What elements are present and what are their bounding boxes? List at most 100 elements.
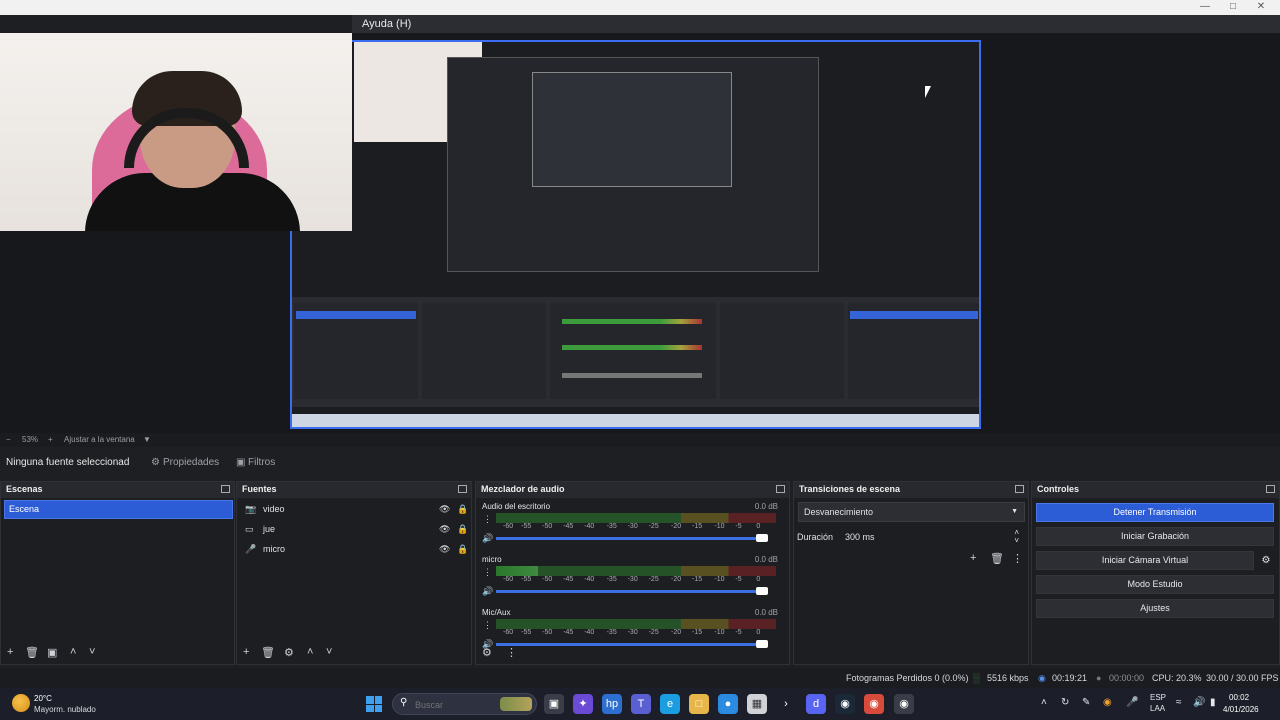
taskbar-search[interactable]: ⚲	[392, 693, 537, 715]
nested-taskbar	[292, 414, 979, 427]
channel-db: 0.0 dB	[754, 608, 778, 617]
duration-field[interactable]: 300 ms ˄ ˅	[842, 528, 1025, 546]
zoom-fit-select[interactable]: Ajustar a la ventana	[64, 435, 135, 444]
volume-slider-knob[interactable]	[756, 587, 768, 595]
add-source-button[interactable]: +	[243, 646, 249, 658]
pen-icon[interactable]: ✎	[1082, 697, 1090, 708]
gear-icon[interactable]: ⚙	[1258, 551, 1274, 570]
undock-button[interactable]	[1015, 485, 1024, 493]
scene-item[interactable]: Escena	[4, 500, 233, 519]
obs-window: — □ ✕ Ayuda (H) − 53% + Ajustar a la ven…	[0, 0, 1280, 720]
add-transition-button[interactable]: +	[970, 552, 976, 564]
menu-dots-icon[interactable]: ⋮	[1012, 552, 1023, 565]
steam-icon[interactable]: ◉	[835, 694, 855, 714]
channel-menu-icon[interactable]: ⋮	[483, 514, 492, 525]
teams-icon[interactable]: T	[631, 694, 651, 714]
hp-icon[interactable]: hp	[602, 694, 622, 714]
add-scene-button[interactable]: +	[7, 646, 13, 658]
undock-button[interactable]	[458, 485, 467, 493]
chrome-icon[interactable]: ◉	[864, 694, 884, 714]
lang-bottom[interactable]: LAA	[1150, 704, 1165, 713]
calculator-icon[interactable]: ▦	[747, 694, 767, 714]
start-record-button[interactable]: Iniciar Grabación	[1036, 527, 1274, 546]
spin-down-icon[interactable]: ˅	[1014, 532, 1019, 550]
undock-button[interactable]	[1266, 485, 1275, 493]
menu-dots-icon[interactable]: ⋮	[506, 646, 517, 659]
minimize-button[interactable]: —	[1190, 0, 1220, 15]
settings-button[interactable]: Ajustes	[1036, 599, 1274, 618]
gear-icon[interactable]: ⚙	[482, 646, 492, 659]
source-item[interactable]: ▭ jue 👁 🔒	[241, 520, 468, 538]
source-item[interactable]: 🎤 micro 👁 🔒	[241, 540, 468, 558]
volume-slider[interactable]	[496, 587, 768, 595]
chevron-up-icon[interactable]: ˄	[307, 646, 313, 658]
chevron-down-icon[interactable]: ˅	[89, 646, 95, 658]
meter-tick-label: 0	[756, 576, 761, 583]
chevron-icon[interactable]: ›	[776, 694, 796, 714]
tray-chevron-icon[interactable]: ˄	[1041, 697, 1047, 708]
lock-icon[interactable]: 🔒	[457, 500, 468, 518]
gear-icon[interactable]: ⚙	[284, 646, 294, 659]
stop-stream-button[interactable]: Detener Transmisión	[1036, 503, 1274, 522]
channel-menu-icon[interactable]: ⋮	[483, 567, 492, 578]
trash-icon[interactable]: 🗑	[25, 646, 39, 659]
filters-button[interactable]: Filtros	[248, 457, 275, 468]
edge-icon[interactable]: e	[660, 694, 680, 714]
wifi-icon[interactable]: ≈	[1176, 697, 1182, 708]
close-button[interactable]: ✕	[1246, 0, 1276, 15]
transitions-dock: Transiciones de escena Desvanecimiento ▼…	[793, 481, 1029, 665]
eye-icon[interactable]: 👁	[439, 520, 450, 538]
properties-button[interactable]: Propiedades	[163, 457, 219, 468]
channel-db: 0.0 dB	[754, 555, 778, 564]
task-view-icon[interactable]: ▣	[544, 694, 564, 714]
menu-bar: Ayuda (H)	[352, 15, 1280, 33]
mic-tray-icon[interactable]: 🎤	[1126, 697, 1138, 708]
taskbar-search-input[interactable]	[415, 697, 490, 712]
channel-menu-icon[interactable]: ⋮	[483, 620, 492, 631]
weather-icon[interactable]	[12, 694, 30, 712]
transition-select[interactable]: Desvanecimiento ▼	[798, 502, 1025, 522]
folder-icon[interactable]: □	[689, 694, 709, 714]
trash-icon[interactable]: 🗑	[261, 646, 275, 659]
chevron-down-icon[interactable]: ▼	[143, 435, 151, 444]
copilot-icon[interactable]: ✦	[573, 694, 593, 714]
volume-slider-knob[interactable]	[756, 534, 768, 542]
clock-date[interactable]: 4/01/2026	[1223, 705, 1259, 714]
eye-icon[interactable]: 👁	[439, 500, 450, 518]
discord-icon[interactable]: d	[806, 694, 826, 714]
windows-start-icon[interactable]	[366, 696, 382, 712]
channel-db: 0.0 dB	[754, 502, 778, 511]
zoom-out-button[interactable]: −	[6, 435, 11, 444]
chevron-down-icon[interactable]: ˅	[326, 646, 332, 658]
eye-icon[interactable]: 👁	[439, 540, 450, 558]
filter-icon[interactable]: ▣	[47, 646, 57, 659]
lock-icon[interactable]: 🔒	[457, 540, 468, 558]
vpn-icon[interactable]: ◉	[1103, 697, 1112, 708]
chevron-up-icon[interactable]: ˄	[70, 646, 76, 658]
menu-help[interactable]: Ayuda (H)	[362, 18, 411, 30]
clock-time[interactable]: 00:02	[1229, 693, 1249, 702]
studio-mode-button[interactable]: Modo Estudio	[1036, 575, 1274, 594]
zoom-in-button[interactable]: +	[48, 435, 53, 444]
undock-button[interactable]	[221, 485, 230, 493]
battery-icon[interactable]: ▮	[1210, 697, 1216, 708]
preview-canvas[interactable]	[0, 33, 1280, 433]
stream-time: 00:19:21	[1052, 673, 1088, 683]
virtual-cam-button[interactable]: Iniciar Cámara Virtual	[1036, 551, 1254, 570]
chrome-alt-icon[interactable]: ●	[718, 694, 738, 714]
volume-slider[interactable]	[496, 534, 768, 542]
speaker-icon[interactable]: 🔊	[482, 533, 493, 544]
scenes-title: Escenas	[6, 484, 43, 494]
lock-icon[interactable]: 🔒	[457, 520, 468, 538]
trash-icon[interactable]: 🗑	[990, 552, 1004, 565]
maximize-button[interactable]: □	[1218, 0, 1248, 15]
volume-icon[interactable]: 🔊	[1193, 697, 1205, 708]
source-item[interactable]: 📷 video 👁 🔒	[241, 500, 468, 518]
obs-icon[interactable]: ◉	[894, 694, 914, 714]
windows-taskbar: 20°C Mayorm. nublado ⚲ ▣ ✦ hp T e □ ● ▦ …	[0, 688, 1280, 720]
sync-icon[interactable]: ↻	[1061, 697, 1069, 708]
lang-top[interactable]: ESP	[1150, 693, 1166, 702]
speaker-icon[interactable]: 🔊	[482, 586, 493, 597]
meter-tick-label: -20	[671, 523, 682, 530]
undock-button[interactable]	[776, 485, 785, 493]
